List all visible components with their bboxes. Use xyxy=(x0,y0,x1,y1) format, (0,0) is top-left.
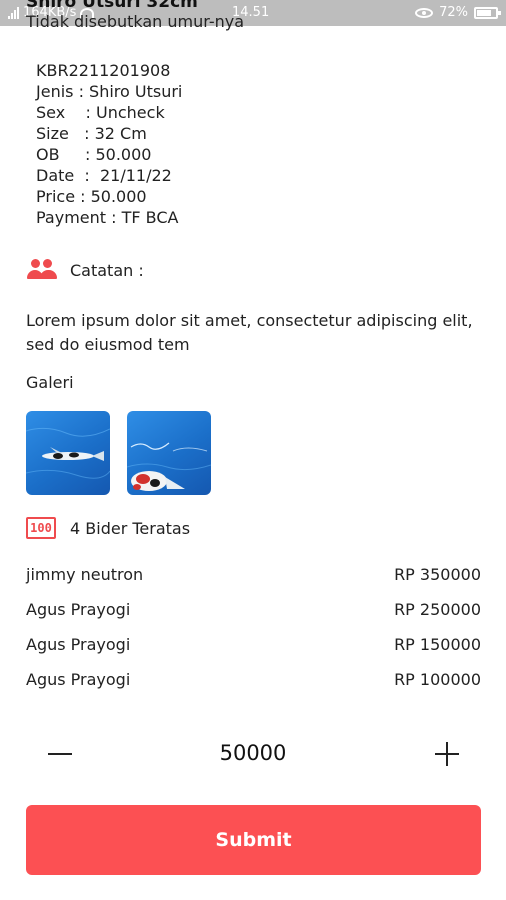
detail-date: Date : 21/11/22 xyxy=(36,166,172,185)
gallery-image-2[interactable] xyxy=(127,411,211,495)
bidder-row: Agus Prayogi RP 150000 xyxy=(26,635,481,659)
bidder-name: jimmy neutron xyxy=(26,565,144,584)
bidder-name: Agus Prayogi xyxy=(26,670,131,689)
notes-header: Catatan : xyxy=(26,258,144,282)
bidder-row: jimmy neutron RP 350000 xyxy=(26,565,481,589)
submit-button[interactable]: Submit xyxy=(26,805,481,875)
koi-fish-photo-icon xyxy=(26,427,110,479)
bidders-header: 100 4 Bider Teratas xyxy=(26,517,190,539)
detail-code: KBR2211201908 xyxy=(36,61,171,80)
bidder-amount: RP 100000 xyxy=(394,670,481,689)
hundred-icon: 100 xyxy=(26,517,56,539)
fish-details: KBR2211201908 Jenis : Shiro Utsuri Sex :… xyxy=(36,60,182,228)
notes-label: Catatan : xyxy=(70,260,144,280)
page-subtitle: Tidak disebutkan umur-nya xyxy=(26,12,245,31)
detail-price: Price : 50.000 xyxy=(36,187,147,206)
bidder-amount: RP 150000 xyxy=(394,635,481,654)
battery-percent: 72% xyxy=(439,5,468,20)
bidders-label: 4 Bider Teratas xyxy=(70,518,191,538)
bidder-amount: RP 250000 xyxy=(394,600,481,619)
people-icon xyxy=(26,258,58,282)
bidder-name: Agus Prayogi xyxy=(26,600,131,619)
bidder-name: Agus Prayogi xyxy=(26,635,131,654)
bidder-row: Agus Prayogi RP 250000 xyxy=(26,600,481,624)
detail-sex: Sex : Uncheck xyxy=(36,103,165,122)
detail-payment: Payment : TF BCA xyxy=(36,208,179,227)
koi-fish-photo-icon xyxy=(127,442,211,491)
bidder-row: Agus Prayogi RP 100000 xyxy=(26,670,481,694)
notes-text: Lorem ipsum dolor sit amet, consectetur … xyxy=(26,311,473,354)
detail-type: Jenis : Shiro Utsuri xyxy=(36,82,183,101)
gallery-image-1[interactable] xyxy=(26,411,110,495)
detail-size: Size : 32 Cm xyxy=(36,124,147,143)
signal-icon xyxy=(8,6,19,19)
bidder-amount: RP 350000 xyxy=(394,565,481,584)
increase-bid-button[interactable] xyxy=(428,734,468,774)
gallery-label: Galeri xyxy=(26,373,74,392)
page-title: Shiro Utsuri 32cm xyxy=(26,0,198,12)
battery-icon xyxy=(474,6,501,19)
eye-icon xyxy=(415,7,434,18)
detail-ob: OB : 50.000 xyxy=(36,145,152,164)
